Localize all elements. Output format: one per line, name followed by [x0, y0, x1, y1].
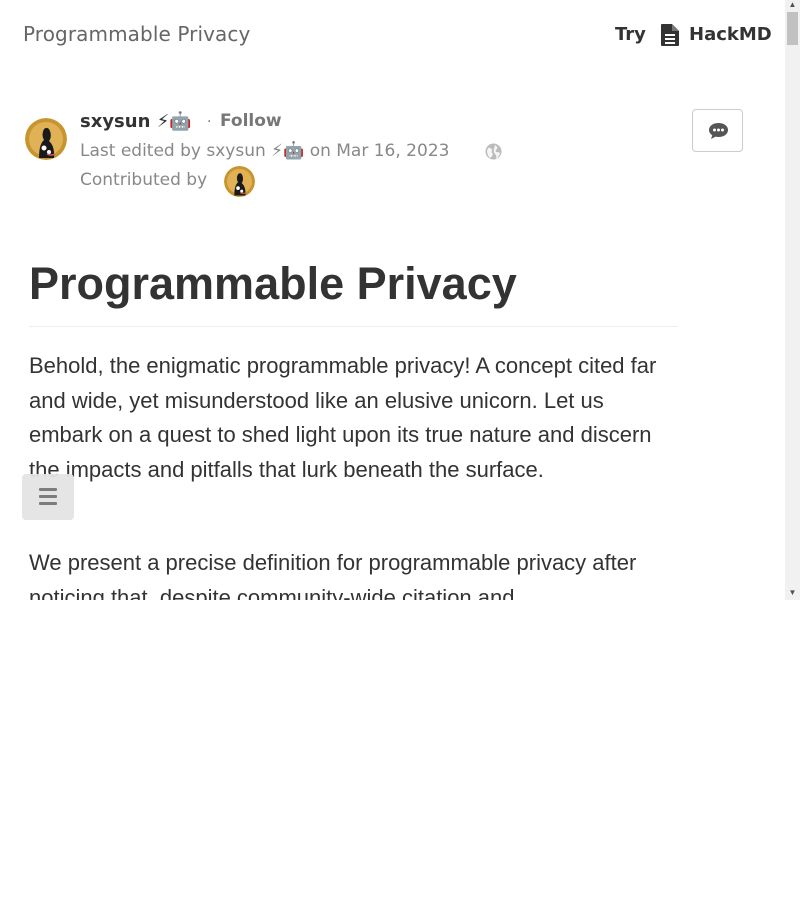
doc-title: Programmable Privacy: [23, 22, 251, 46]
toc-button[interactable]: [22, 474, 74, 520]
author-name[interactable]: sxysun ⚡🤖: [80, 111, 192, 132]
article-paragraph: We present a precise definition for prog…: [29, 550, 637, 600]
contributed-by-label: Contributed by: [80, 170, 208, 190]
vertical-scrollbar[interactable]: ▲ ▼: [785, 0, 800, 600]
page-viewport: Programmable Privacy Try HackMD sxysun ⚡…: [0, 0, 800, 600]
file-document-icon[interactable]: [661, 24, 679, 46]
author-name-emoji: ⚡🤖: [156, 111, 192, 132]
scroll-up-arrow-icon[interactable]: ▲: [785, 0, 800, 10]
try-link[interactable]: Try: [615, 24, 646, 45]
scroll-down-arrow-icon[interactable]: ▼: [785, 588, 800, 598]
list-icon: [39, 488, 57, 505]
follow-link[interactable]: Follow: [220, 111, 282, 131]
last-edited-user[interactable]: sxysun: [206, 141, 265, 161]
article-title: Programmable Privacy: [29, 258, 517, 309]
hackmd-link[interactable]: HackMD: [689, 24, 772, 45]
comment-button[interactable]: [692, 109, 743, 152]
article-paragraph: Behold, the enigmatic programmable priva…: [29, 353, 657, 482]
globe-icon: [485, 143, 502, 160]
top-bar: Programmable Privacy Try HackMD: [0, 0, 785, 74]
last-edited-prefix: Last edited by: [80, 141, 201, 161]
separator-dot: ·: [207, 114, 212, 130]
author-avatar[interactable]: [25, 118, 67, 160]
comment-icon: [709, 123, 728, 139]
last-edited-emoji: ⚡🤖: [271, 141, 305, 161]
last-edited-date: on Mar 16, 2023: [309, 141, 450, 161]
title-divider: [29, 326, 678, 327]
author-name-text: sxysun: [80, 111, 151, 132]
contributor-avatar[interactable]: [224, 166, 255, 197]
last-edited-info: Last edited by sxysun ⚡🤖 on Mar 16, 2023: [80, 141, 449, 161]
scroll-thumb[interactable]: [787, 12, 798, 45]
